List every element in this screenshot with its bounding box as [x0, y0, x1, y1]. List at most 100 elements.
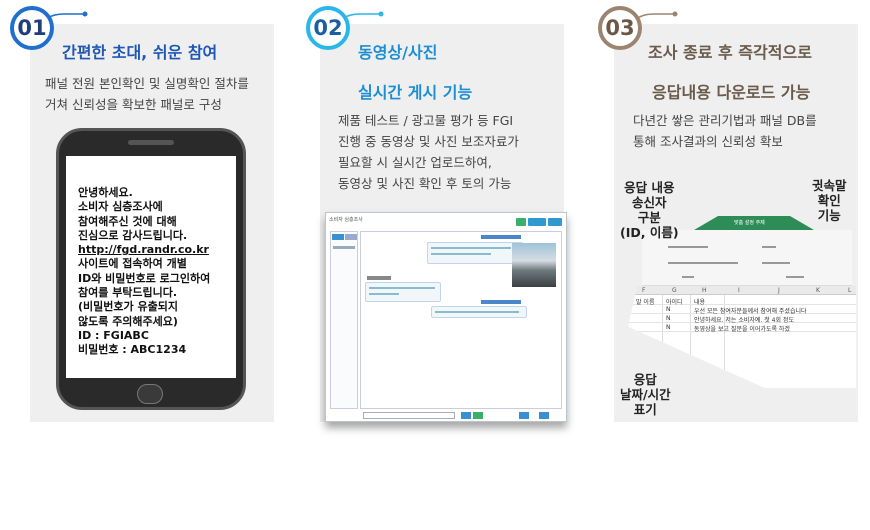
step-description: 다년간 쌓은 관리기법과 패널 DB를 통해 조사결과의 신뢰성 확보 — [633, 110, 817, 152]
grid-line — [628, 304, 856, 305]
message-line: 참여를 부탁드립니다. — [78, 286, 178, 300]
chat-input[interactable] — [363, 412, 455, 419]
message-line: 비밀번호 : ABC1234 — [78, 343, 187, 357]
callout-line: 구분 — [637, 210, 661, 225]
ribbon-tab-label: 맞춤 설정 주제 — [734, 220, 765, 226]
uploaded-photo[interactable] — [512, 243, 556, 287]
excel-cell: N — [666, 306, 671, 313]
callout-sender: 응답 내용 송신자 구분 (ID, 이름) — [620, 180, 679, 240]
excel-cell: 우선 모든 참여자분들께서 참여해 주셨습니다 — [694, 308, 807, 315]
ribbon-item — [682, 276, 694, 278]
excel-column-header: F G H I J K L — [628, 286, 856, 295]
excel-cell: 동영상을 보고 질문을 이어가도록 하겠 — [694, 326, 790, 333]
description-line: 다년간 쌓은 관리기법과 패널 DB를 — [633, 113, 817, 128]
step-title: 동영상/사진 — [358, 43, 438, 62]
callout-whisper: 귓속말 확인 기능 — [812, 178, 847, 223]
upload-button[interactable] — [473, 412, 483, 419]
chat-sender-tag — [481, 235, 521, 239]
step-number-badge: 01 — [10, 6, 54, 50]
callout-line: 응답 내용 — [624, 180, 675, 195]
chat-screenshot: 소비자 심층조사 — [325, 212, 567, 422]
description-line: 동영상 및 사진 확인 후 토의 가능 — [338, 176, 512, 191]
message-line: 안녕하세요. — [78, 186, 133, 199]
message-line: (비밀번호가 유출되지 — [78, 300, 178, 314]
send-button[interactable] — [461, 412, 471, 419]
phone-speaker — [128, 140, 174, 145]
screenshot-sidebar — [330, 231, 358, 409]
chat-sender-tag — [481, 300, 521, 304]
excel-ribbon-tab: 맞춤 설정 주제 — [694, 216, 814, 230]
action-button[interactable] — [539, 412, 549, 419]
sidebar-line — [333, 246, 355, 249]
message-line: ID와 비밀번호로 로그인하여 — [78, 271, 211, 285]
message-line: 사이트에 접속하여 개별 — [78, 257, 187, 271]
description-line: 필요할 시 실시간 업로드하여, — [338, 155, 492, 170]
step-description: 제품 테스트 / 광고물 평가 등 FGI 진행 중 동영상 및 사진 보조자료… — [338, 110, 519, 194]
screenshot-button — [516, 218, 526, 226]
callout-line: 귓속말 — [812, 178, 847, 193]
chat-bubble — [431, 306, 527, 318]
chat-input-bar — [329, 411, 563, 420]
message-line: 않도록 주의해주세요) — [78, 314, 178, 328]
chat-text-line — [431, 247, 511, 249]
grid-line — [690, 295, 691, 388]
chat-bubble — [427, 242, 523, 264]
callout-datetime: 응답 날짜/시간 표기 — [620, 372, 671, 417]
description-line: 패널 전원 본인확인 및 실명확인 절차를 — [45, 76, 249, 91]
ribbon-item — [668, 262, 738, 264]
action-button[interactable] — [519, 412, 529, 419]
ribbon-item — [762, 246, 776, 248]
ribbon-item — [786, 276, 804, 278]
callout-line: 송신자 — [632, 195, 667, 210]
description-line: 제품 테스트 / 광고물 평가 등 FGI — [338, 113, 514, 128]
message-line: ID : FGIABC — [78, 328, 149, 342]
message-line: 소비자 심층조사에 — [78, 200, 163, 214]
step-description: 패널 전원 본인확인 및 실명확인 절차를 거쳐 신뢰성을 확보한 패널로 구성 — [45, 73, 249, 115]
description-line: 통해 조사결과의 신뢰성 확보 — [633, 134, 783, 149]
ribbon-item — [762, 262, 790, 264]
chat-text-line — [431, 253, 491, 255]
chat-text-line — [369, 287, 435, 289]
excel-cell: N — [666, 315, 671, 322]
screenshot-button — [528, 218, 546, 226]
description-line: 진행 중 동영상 및 사진 보조자료가 — [338, 134, 519, 149]
excel-header-cell: 아이디 — [666, 299, 683, 306]
callout-line: (ID, 이름) — [620, 225, 679, 240]
excel-cell: N — [666, 324, 671, 331]
callout-line: 응답 — [633, 372, 657, 387]
column-letter: J — [778, 287, 780, 294]
sidebar-tab — [332, 234, 344, 240]
step-number-badge: 02 — [306, 6, 350, 50]
callout-line: 확인 — [817, 193, 841, 208]
message-line: 진심으로 감사드립니다. — [78, 228, 188, 242]
excel-header-cell: 말 이름 — [636, 299, 655, 306]
column-letter: I — [738, 287, 740, 294]
column-letter: K — [816, 287, 820, 294]
column-letter: F — [642, 287, 646, 294]
step-number-badge: 03 — [598, 6, 642, 50]
screenshot-title: 소비자 심층조사 — [329, 217, 363, 223]
invitation-message: 안녕하세요. 소비자 심층조사에 참여해주신 것에 대해 진심으로 감사드립니다… — [78, 186, 210, 358]
ribbon-item — [668, 246, 708, 248]
callout-line: 날짜/시간 — [620, 387, 671, 402]
invitation-link[interactable]: http://fgd.randr.co.kr — [78, 243, 209, 256]
step-title: 실시간 게시 기능 — [358, 83, 473, 102]
chat-bubble — [365, 282, 441, 302]
column-letter: L — [848, 287, 852, 294]
chat-sender-tag — [367, 276, 391, 280]
step-title: 간편한 초대, 쉬운 참여 — [62, 43, 218, 62]
step-title: 조사 종료 후 즉각적으로 — [648, 43, 812, 62]
excel-cell: 안녕하세요. 저는 소비자예. 첫 4회 정도 — [694, 317, 794, 324]
column-letter: G — [672, 287, 677, 294]
phone-home-button — [137, 384, 163, 404]
callout-line: 표기 — [633, 402, 657, 417]
step-title: 응답내용 다운로드 가능 — [652, 83, 811, 102]
sidebar-tab — [345, 234, 357, 240]
column-letter: H — [702, 287, 707, 294]
screenshot-button — [548, 218, 562, 226]
chat-text-line — [369, 293, 399, 295]
message-line: 참여해주신 것에 대해 — [78, 214, 177, 228]
excel-header-cell: 내용 — [694, 299, 706, 306]
description-line: 거쳐 신뢰성을 확보한 패널로 구성 — [45, 97, 222, 112]
callout-line: 기능 — [817, 208, 841, 223]
